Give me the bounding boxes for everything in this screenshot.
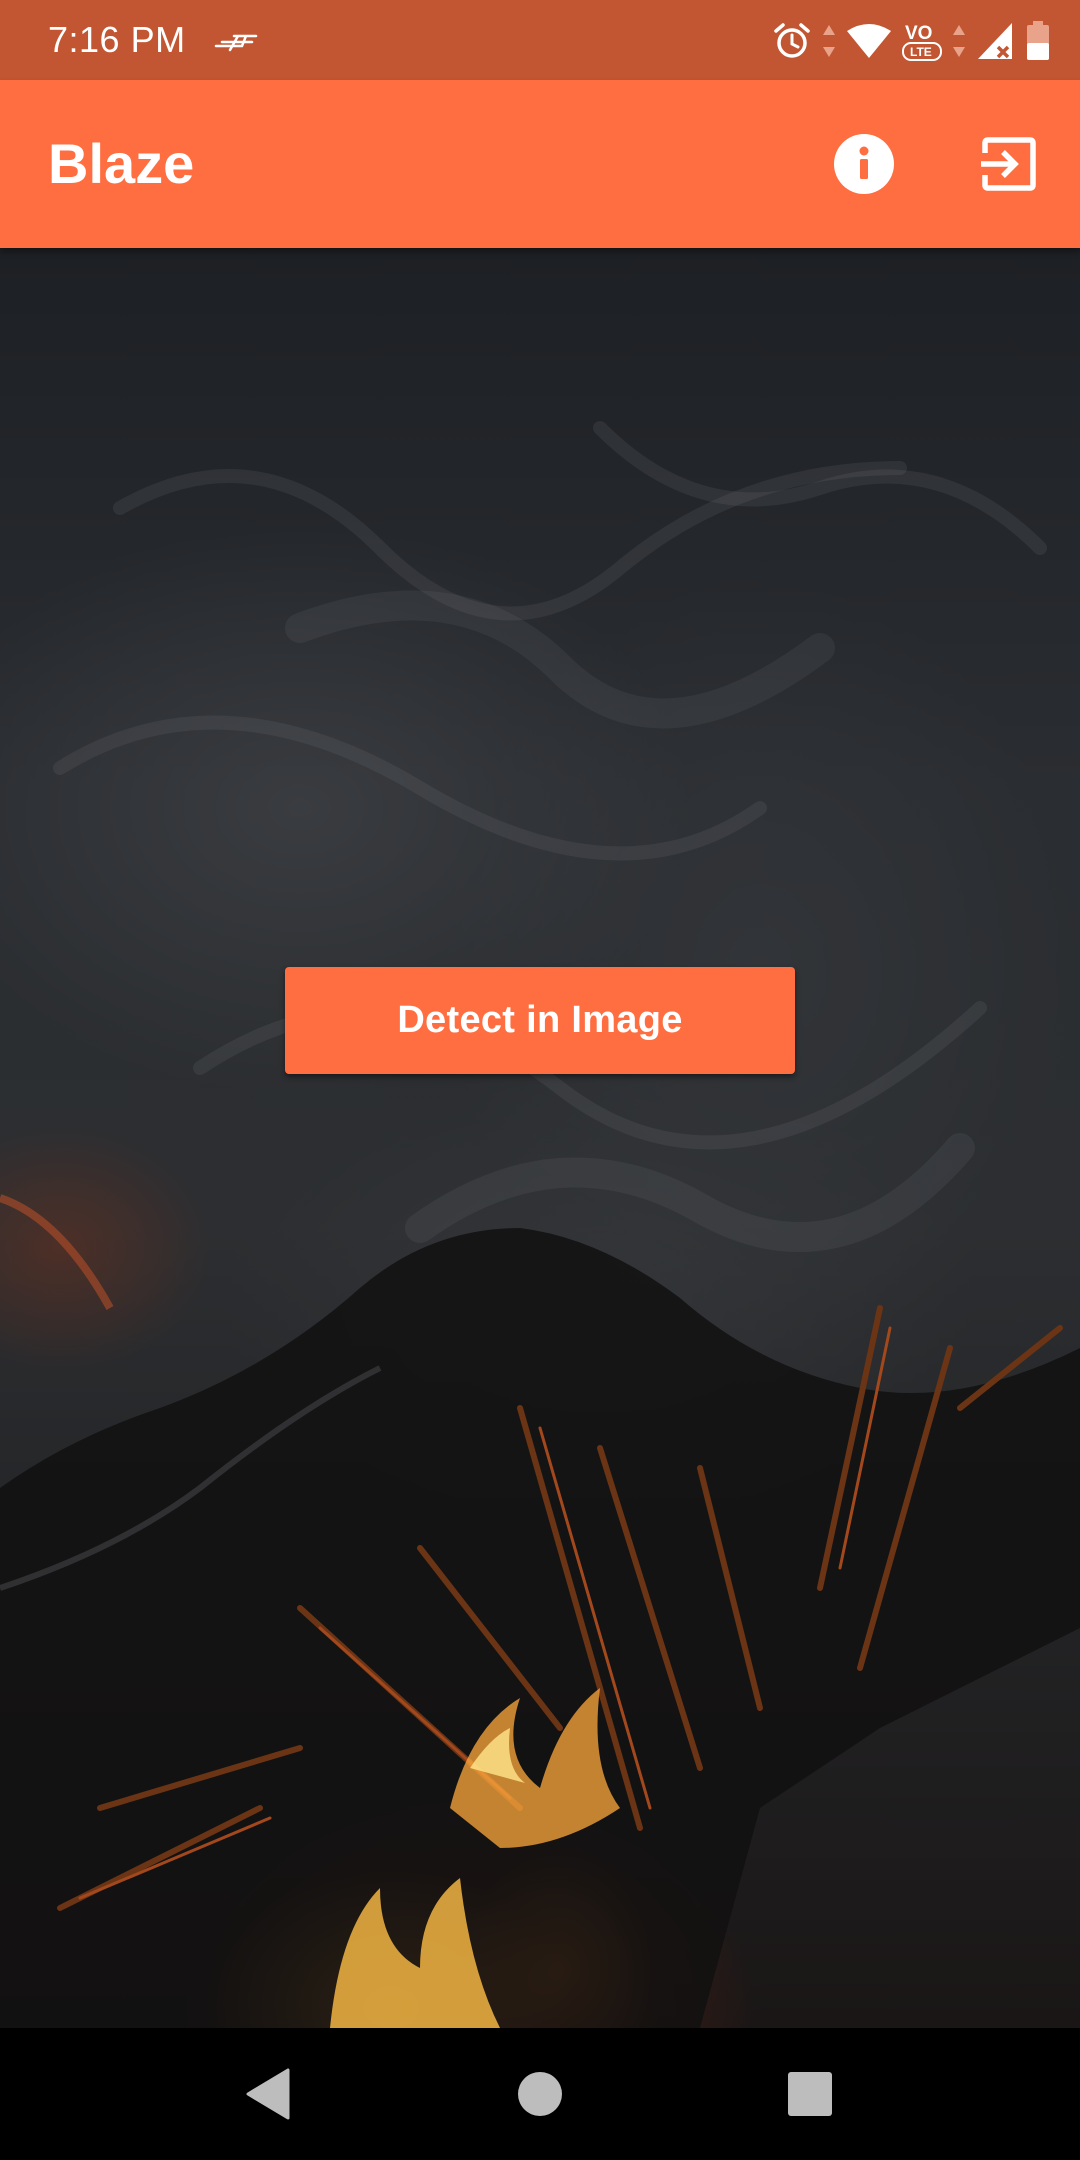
app-title: Blaze bbox=[48, 132, 195, 195]
data-arrows-icon bbox=[953, 25, 965, 57]
info-button[interactable] bbox=[820, 120, 908, 208]
signal-icon bbox=[978, 23, 1012, 59]
navigation-bar bbox=[0, 2028, 1080, 2160]
status-icons: VO LTE bbox=[772, 18, 1050, 64]
svg-text:VO: VO bbox=[905, 23, 932, 44]
app-bar: Blaze bbox=[0, 80, 1080, 248]
home-button[interactable] bbox=[500, 2058, 580, 2130]
fire-smoke-illustration bbox=[0, 421, 1080, 2028]
background-image: Detect in Image bbox=[0, 248, 1080, 2028]
battery-icon bbox=[1027, 21, 1049, 60]
data-arrows-icon bbox=[823, 25, 835, 57]
exit-icon bbox=[981, 137, 1036, 191]
exit-button[interactable] bbox=[964, 120, 1052, 208]
recents-icon bbox=[788, 2072, 832, 2116]
status-bar: 7:16 PM VO LTE bbox=[0, 0, 1080, 80]
info-icon bbox=[834, 134, 894, 194]
alarm-icon bbox=[774, 23, 810, 58]
status-time: 7:16 PM bbox=[48, 19, 186, 60]
detect-in-image-button[interactable]: Detect in Image bbox=[285, 967, 795, 1074]
svg-text:LTE: LTE bbox=[910, 45, 932, 59]
notification-icon bbox=[214, 34, 258, 52]
back-icon bbox=[246, 2068, 290, 2120]
volte-icon: VO LTE bbox=[902, 23, 942, 61]
home-icon bbox=[518, 2072, 562, 2116]
back-button[interactable] bbox=[228, 2058, 308, 2130]
recents-button[interactable] bbox=[770, 2058, 850, 2130]
wifi-icon bbox=[847, 24, 891, 58]
